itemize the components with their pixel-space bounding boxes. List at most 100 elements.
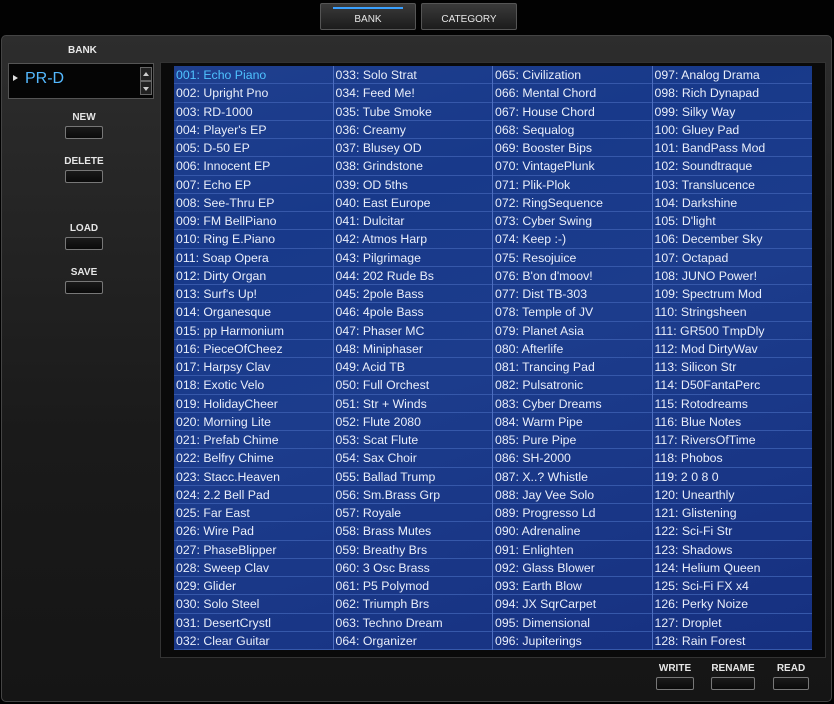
patch-item[interactable]: 026: Wire Pad [174, 522, 333, 541]
patch-item[interactable]: 060: 3 Osc Brass [333, 559, 492, 577]
patch-item[interactable]: 127: Droplet [652, 614, 812, 632]
patch-item[interactable]: 126: Perky Noize [652, 595, 812, 614]
tab-category[interactable]: CATEGORY [421, 3, 517, 30]
patch-item[interactable]: 098: Rich Dynapad [652, 84, 812, 103]
patch-item[interactable]: 016: PieceOfCheez [174, 340, 333, 358]
patch-item[interactable]: 034: Feed Me! [333, 84, 492, 103]
patch-item[interactable]: 119: 2 0 8 0 [652, 468, 812, 486]
bank-down-arrow-icon[interactable] [140, 81, 152, 95]
patch-item[interactable]: 128: Rain Forest [652, 632, 812, 650]
write-button[interactable]: WRITE [655, 663, 695, 690]
load-button-key[interactable] [65, 237, 103, 250]
patch-item[interactable]: 023: Stacc.Heaven [174, 468, 333, 486]
patch-item[interactable]: 052: Flute 2080 [333, 413, 492, 431]
patch-item[interactable]: 125: Sci-Fi FX x4 [652, 577, 812, 596]
patch-item[interactable]: 110: Stringsheen [652, 303, 812, 322]
rename-button-key[interactable] [711, 677, 755, 690]
patch-item[interactable]: 107: Octapad [652, 249, 812, 267]
patch-item[interactable]: 021: Prefab Chime [174, 431, 333, 450]
patch-item[interactable]: 114: D50FantaPerc [652, 376, 812, 395]
save-button-key[interactable] [65, 281, 103, 294]
write-button-key[interactable] [656, 677, 694, 690]
patch-item[interactable]: 066: Mental Chord [493, 84, 652, 103]
patch-item[interactable]: 120: Unearthly [652, 486, 812, 504]
new-button[interactable]: NEW [64, 112, 104, 139]
patch-item[interactable]: 113: Silicon Str [652, 358, 812, 377]
patch-item[interactable]: 054: Sax Choir [333, 449, 492, 468]
save-button[interactable]: SAVE [64, 267, 104, 294]
patch-item[interactable]: 108: JUNO Power! [652, 267, 812, 285]
patch-item[interactable]: 067: House Chord [493, 103, 652, 121]
read-button-key[interactable] [773, 677, 809, 690]
patch-item[interactable]: 069: Booster Bips [493, 139, 652, 158]
patch-item[interactable]: 106: December Sky [652, 230, 812, 249]
patch-item[interactable]: 061: P5 Polymod [333, 577, 492, 596]
patch-item[interactable]: 056: Sm.Brass Grp [333, 486, 492, 504]
patch-item[interactable]: 115: Rotodreams [652, 395, 812, 413]
patch-item[interactable]: 072: RingSequence [493, 194, 652, 212]
patch-item[interactable]: 014: Organesque [174, 303, 333, 322]
patch-item[interactable]: 118: Phobos [652, 449, 812, 468]
patch-item[interactable]: 104: Darkshine [652, 194, 812, 212]
patch-item[interactable]: 068: Sequalog [493, 121, 652, 139]
patch-item[interactable]: 091: Enlighten [493, 541, 652, 559]
patch-item[interactable]: 105: D'light [652, 212, 812, 231]
patch-item[interactable]: 032: Clear Guitar [174, 632, 333, 650]
rename-button[interactable]: RENAME [709, 663, 757, 690]
patch-item[interactable]: 109: Spectrum Mod [652, 285, 812, 304]
patch-item[interactable]: 048: Miniphaser [333, 340, 492, 358]
patch-item[interactable]: 094: JX SqrCarpet [493, 595, 652, 614]
patch-item[interactable]: 102: Soundtraque [652, 157, 812, 176]
patch-item[interactable]: 050: Full Orchest [333, 376, 492, 395]
patch-item[interactable]: 029: Glider [174, 577, 333, 596]
patch-item[interactable]: 042: Atmos Harp [333, 230, 492, 249]
patch-item[interactable]: 037: Blusey OD [333, 139, 492, 158]
patch-item[interactable]: 090: Adrenaline [493, 522, 652, 541]
patch-item[interactable]: 006: Innocent EP [174, 157, 333, 176]
patch-item[interactable]: 111: GR500 TmpDly [652, 322, 812, 340]
patch-item[interactable]: 031: DesertCrystl [174, 614, 333, 632]
patch-item[interactable]: 035: Tube Smoke [333, 103, 492, 121]
patch-item[interactable]: 008: See-Thru EP [174, 194, 333, 212]
patch-item[interactable]: 103: Translucence [652, 176, 812, 194]
patch-item[interactable]: 071: Plik-Plok [493, 176, 652, 194]
patch-item[interactable]: 097: Analog Drama [652, 66, 812, 85]
patch-item[interactable]: 053: Scat Flute [333, 431, 492, 450]
patch-item[interactable]: 010: Ring E.Piano [174, 230, 333, 249]
patch-item[interactable]: 047: Phaser MC [333, 322, 492, 340]
patch-item[interactable]: 079: Planet Asia [493, 322, 652, 340]
patch-item[interactable]: 101: BandPass Mod [652, 139, 812, 158]
patch-item[interactable]: 043: Pilgrimage [333, 249, 492, 267]
patch-item[interactable]: 075: Resojuice [493, 249, 652, 267]
patch-item[interactable]: 044: 202 Rude Bs [333, 267, 492, 285]
patch-item[interactable]: 083: Cyber Dreams [493, 395, 652, 413]
patch-item[interactable]: 033: Solo Strat [333, 66, 492, 85]
patch-item[interactable]: 092: Glass Blower [493, 559, 652, 577]
delete-button-key[interactable] [65, 170, 103, 183]
patch-item[interactable]: 084: Warm Pipe [493, 413, 652, 431]
patch-item[interactable]: 076: B'on d'moov! [493, 267, 652, 285]
patch-item[interactable]: 024: 2.2 Bell Pad [174, 486, 333, 504]
patch-item[interactable]: 078: Temple of JV [493, 303, 652, 322]
patch-item[interactable]: 058: Brass Mutes [333, 522, 492, 541]
patch-item[interactable]: 123: Shadows [652, 541, 812, 559]
patch-item[interactable]: 082: Pulsatronic [493, 376, 652, 395]
patch-item[interactable]: 019: HolidayCheer [174, 395, 333, 413]
patch-item[interactable]: 036: Creamy [333, 121, 492, 139]
patch-item[interactable]: 059: Breathy Brs [333, 541, 492, 559]
patch-item[interactable]: 004: Player's EP [174, 121, 333, 139]
patch-item[interactable]: 025: Far East [174, 504, 333, 523]
patch-item[interactable]: 095: Dimensional [493, 614, 652, 632]
patch-item[interactable]: 086: SH-2000 [493, 449, 652, 468]
patch-item[interactable]: 002: Upright Pno [174, 84, 333, 103]
patch-item[interactable]: 005: D-50 EP [174, 139, 333, 158]
patch-item[interactable]: 062: Triumph Brs [333, 595, 492, 614]
patch-item[interactable]: 089: Progresso Ld [493, 504, 652, 523]
patch-item[interactable]: 051: Str + Winds [333, 395, 492, 413]
bank-selector[interactable]: PR-D [8, 63, 154, 99]
patch-item[interactable]: 040: East Europe [333, 194, 492, 212]
patch-item[interactable]: 007: Echo EP [174, 176, 333, 194]
patch-item[interactable]: 017: Harpsy Clav [174, 358, 333, 377]
patch-item[interactable]: 038: Grindstone [333, 157, 492, 176]
patch-item[interactable]: 011: Soap Opera [174, 249, 333, 267]
